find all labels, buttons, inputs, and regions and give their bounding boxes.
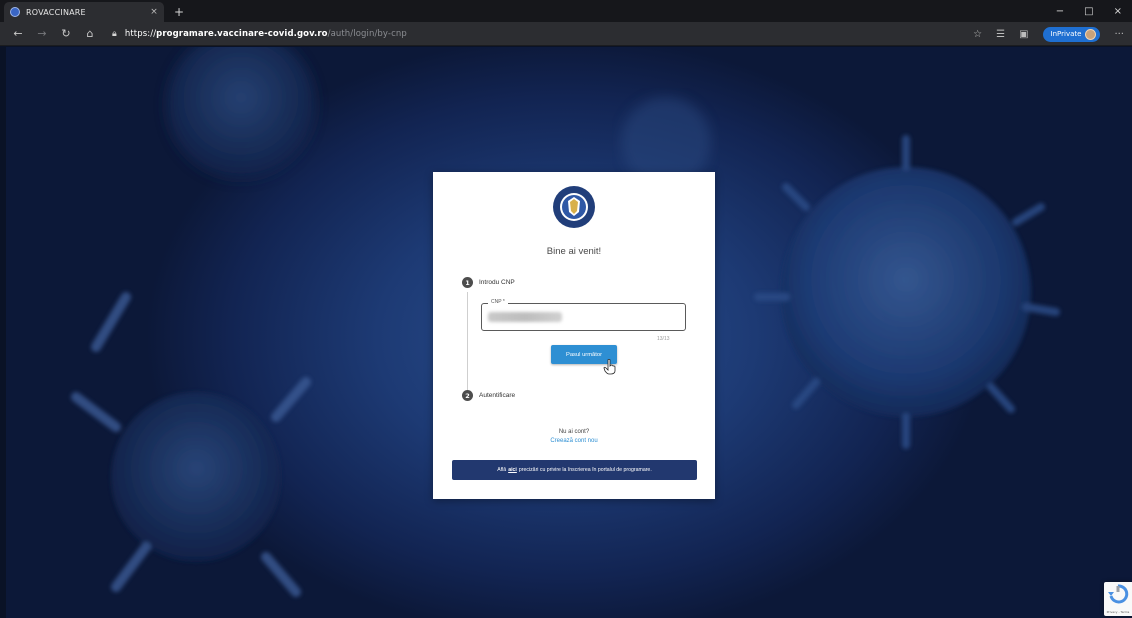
page-viewport: Bine ai venit! 1 Introdu CNP CNP * 13/13… (6, 47, 1132, 618)
recaptcha-text: Privacy - Terms (1106, 610, 1130, 614)
profile-avatar (1085, 28, 1097, 40)
no-account-section: Nu ai cont? Creează cont nou (433, 428, 715, 446)
home-icon[interactable]: ⌂ (78, 27, 102, 40)
inprivate-badge[interactable]: InPrivate (1042, 26, 1101, 42)
maximize-button[interactable]: □ (1084, 6, 1093, 17)
create-account-link[interactable]: Creează cont nou (433, 437, 715, 446)
refresh-icon[interactable]: ↻ (54, 27, 78, 40)
favorite-star-icon[interactable]: ☆ (973, 29, 982, 40)
government-crest-logo (553, 186, 595, 228)
stepper-connector (467, 292, 468, 392)
info-banner[interactable]: Află aici precizări cu privire la înscri… (452, 460, 697, 480)
collections-icon[interactable]: ▣ (1019, 29, 1028, 40)
tab-title: ROVACCINARE (26, 7, 86, 17)
cnp-value-blurred (488, 312, 562, 322)
more-menu-icon[interactable]: ··· (1114, 29, 1124, 40)
step-2-label: Autentificare (479, 392, 516, 399)
browser-toolbar: ← → ↻ ⌂ 🔒︎ https:// programare.vaccinare… (0, 22, 1132, 46)
url-path: /auth/login/by-cnp (327, 28, 407, 39)
favorites-list-icon[interactable]: ☰ (996, 29, 1005, 40)
url-protocol: https:// (124, 28, 157, 39)
lock-icon: 🔒︎ (112, 28, 117, 39)
browser-tab[interactable]: ROVACCINARE × (4, 2, 164, 22)
address-bar[interactable]: 🔒︎ https:// programare.vaccinare-covid.g… (112, 29, 407, 39)
step-2-badge: 2 (462, 390, 473, 401)
forward-arrow-icon[interactable]: → (30, 27, 54, 40)
recaptcha-badge[interactable]: Privacy - Terms (1104, 582, 1132, 616)
step-1-badge: 1 (462, 277, 473, 288)
no-account-text: Nu ai cont? (558, 429, 590, 435)
site-favicon-icon (10, 7, 20, 17)
hand-pointer-cursor-icon (603, 359, 616, 375)
info-suffix: precizări cu privire la înscrierea în po… (518, 467, 652, 473)
window-controls: − □ × (1056, 0, 1132, 22)
inprivate-label: InPrivate (1050, 30, 1082, 38)
browser-titlebar: ROVACCINARE × + − □ × (0, 0, 1132, 22)
new-tab-button[interactable]: + (174, 5, 184, 19)
cnp-character-counter: 13/13 (657, 336, 670, 342)
welcome-heading: Bine ai venit! (546, 246, 602, 257)
back-arrow-icon[interactable]: ← (6, 27, 30, 40)
login-card: Bine ai venit! 1 Introdu CNP CNP * 13/13… (433, 172, 715, 499)
toolbar-tools: ☆ ☰ ▣ InPrivate ··· (973, 22, 1124, 46)
url-host: programare.vaccinare-covid.gov.ro (156, 28, 328, 39)
recaptcha-logo-icon (1108, 584, 1129, 604)
close-window-button[interactable]: × (1114, 6, 1122, 17)
info-here-link[interactable]: aici (508, 467, 517, 473)
cnp-input[interactable]: CNP * (481, 299, 686, 331)
cnp-field-label: CNP * (488, 299, 508, 305)
minimize-button[interactable]: − (1056, 6, 1064, 17)
tab-close-icon[interactable]: × (150, 7, 158, 17)
info-prefix: Află (497, 467, 507, 473)
step-1-label: Introdu CNP (479, 279, 515, 286)
